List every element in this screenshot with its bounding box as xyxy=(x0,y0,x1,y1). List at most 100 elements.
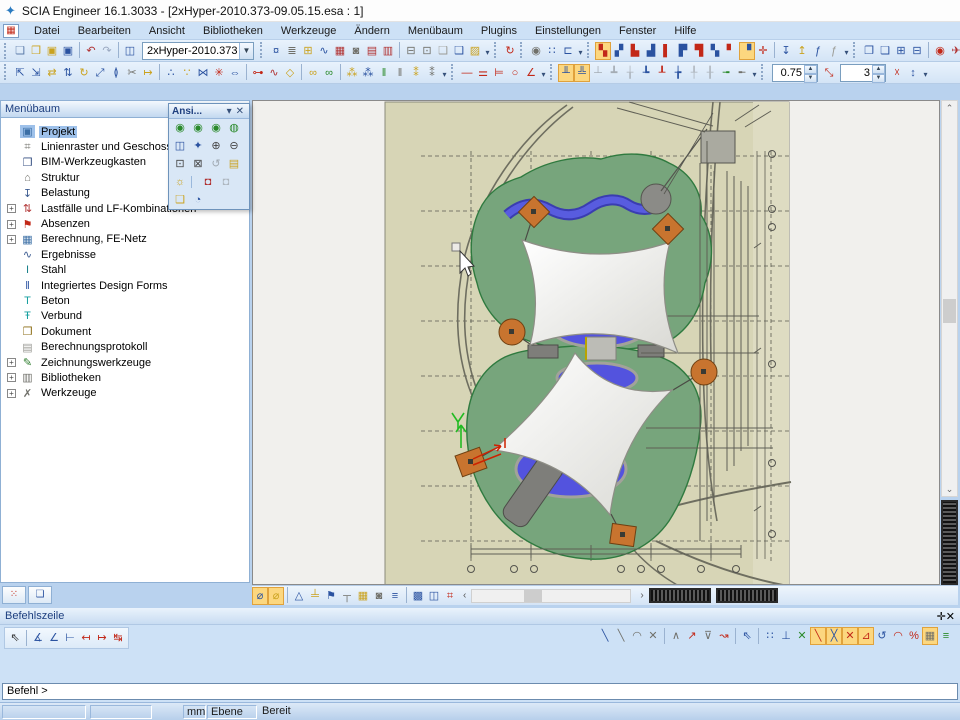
window-tile-icon[interactable]: ⊟ xyxy=(909,42,925,60)
select-poly-icon[interactable]: ▟ xyxy=(643,42,659,60)
select-prop-icon[interactable]: ▛ xyxy=(675,42,691,60)
intersect-icon[interactable]: ✳ xyxy=(211,64,227,82)
toolbar-overflow-icon[interactable]: ▾ xyxy=(921,64,930,82)
support-pt-icon[interactable]: ┸ xyxy=(654,64,670,82)
node-size-icon[interactable]: ↕ xyxy=(905,64,921,82)
column-a-icon[interactable]: ‖ xyxy=(376,64,392,82)
count-spinner[interactable]: 3 ▲▼ xyxy=(840,64,886,82)
expand-icon[interactable]: + xyxy=(7,220,16,229)
zoom-prev-icon[interactable]: ↺ xyxy=(207,156,225,172)
scroll-up-icon[interactable]: ⌃ xyxy=(942,101,957,115)
clip-box-icon[interactable]: ❑ xyxy=(171,192,189,208)
palette-close-icon[interactable]: ✕ xyxy=(234,106,246,117)
sun-red-icon[interactable]: ☓ xyxy=(889,64,905,82)
zoom-window-icon[interactable]: ⊡ xyxy=(171,156,189,172)
trim-icon[interactable]: ✂ xyxy=(124,64,140,82)
toolbar-overflow-icon[interactable]: ▾ xyxy=(750,64,759,82)
gallery-icon[interactable]: ▦ xyxy=(332,42,348,60)
scroll-left-icon[interactable]: ‹ xyxy=(458,590,471,601)
gate-red-icon[interactable]: ⊨ xyxy=(491,64,507,82)
drawing-canvas[interactable] xyxy=(252,100,940,585)
toolbar-overflow-icon[interactable]: ▾ xyxy=(483,42,492,60)
params-display-icon[interactable]: ◫ xyxy=(426,587,442,605)
func-settings-icon[interactable]: ¤ xyxy=(268,42,284,60)
ucs-green-icon[interactable]: ✕ xyxy=(794,627,810,645)
toolbar-grip[interactable] xyxy=(260,42,265,58)
grid-point-icon[interactable]: ∷ xyxy=(762,627,778,645)
sidebar-item-beton[interactable]: TBeton xyxy=(1,293,249,308)
copy-node-icon[interactable]: ⇲ xyxy=(28,64,44,82)
table-results-icon[interactable]: ▥ xyxy=(380,42,396,60)
combo-dropdown-icon[interactable]: ▼ xyxy=(239,43,253,59)
render-display-icon[interactable]: ◙ xyxy=(371,587,387,605)
redo-icon[interactable]: ↷ xyxy=(99,42,115,60)
expand-icon[interactable]: + xyxy=(7,389,16,398)
grid-line-icon[interactable]: ⊥ xyxy=(778,627,794,645)
undo-icon[interactable]: ↶ xyxy=(83,42,99,60)
snap-intersection-icon[interactable]: ✕ xyxy=(842,627,858,645)
toolbar-overflow-icon[interactable]: ▾ xyxy=(842,42,851,60)
select-remove-icon[interactable]: ▘ xyxy=(723,42,739,60)
load-selection-icon[interactable]: ↥ xyxy=(794,42,810,60)
delete-mode-icon[interactable]: ✕ xyxy=(645,627,661,645)
menu-item-ansicht[interactable]: Ansicht xyxy=(140,23,194,39)
cursor-snap-icon[interactable]: ⇖ xyxy=(739,627,755,645)
palette-header[interactable]: Ansi... ▾ ✕ xyxy=(169,104,249,119)
toolbar-grip[interactable] xyxy=(587,42,592,58)
select-center-icon[interactable]: ✛ xyxy=(755,42,771,60)
weight-display-icon[interactable]: ≡ xyxy=(387,587,403,605)
menu-item-bearbeiten[interactable]: Bearbeiten xyxy=(69,23,140,39)
vertical-rotation-bar[interactable] xyxy=(941,500,958,585)
line-mode2-icon[interactable]: ╲ xyxy=(613,627,629,645)
expand-icon[interactable]: + xyxy=(7,235,16,244)
toolbar-grip[interactable] xyxy=(520,42,525,58)
close-icon[interactable]: ✕ xyxy=(946,610,955,623)
beam-hinge-icon[interactable]: ╼ xyxy=(718,64,734,82)
menu-item-hilfe[interactable]: Hilfe xyxy=(665,23,705,39)
save-all-icon[interactable]: ▣ xyxy=(44,42,60,60)
window-tab[interactable]: ❏ xyxy=(28,586,52,604)
save-selection-icon[interactable]: ↧ xyxy=(778,42,794,60)
scroll-down-icon[interactable]: ⌄ xyxy=(942,482,957,496)
dot-coords-icon[interactable]: ▦ xyxy=(922,627,938,645)
open-project-icon[interactable]: ❒ xyxy=(28,42,44,60)
support-line-icon[interactable]: ┺ xyxy=(638,64,654,82)
toolbar-grip[interactable] xyxy=(853,42,858,58)
polar-d-icon[interactable]: ↝ xyxy=(716,627,732,645)
angle-a-icon[interactable]: ∡ xyxy=(30,629,46,647)
layers-icon[interactable]: ≣ xyxy=(284,42,300,60)
model-display-icon[interactable]: ▦ xyxy=(355,587,371,605)
mdi-child-icon[interactable]: ▦ xyxy=(3,24,19,38)
sidebar-item-ergebnisse[interactable]: ∿Ergebnisse xyxy=(1,247,249,262)
export-doc-icon[interactable]: ❑ xyxy=(451,42,467,60)
select-single-icon[interactable]: ▌ xyxy=(659,42,675,60)
snap-tangent-icon[interactable]: ↺ xyxy=(874,627,890,645)
labels-display-icon[interactable]: ⚑ xyxy=(323,587,339,605)
node-table-icon[interactable]: ⇄ xyxy=(44,64,60,82)
rotation-bar-1[interactable] xyxy=(649,588,711,603)
dot-select-icon[interactable]: ∷ xyxy=(544,42,560,60)
sidebar-item-stahl[interactable]: IStahl xyxy=(1,263,249,278)
spin-up-icon[interactable]: ▲ xyxy=(872,65,885,74)
photo-gray-icon[interactable]: ◘ xyxy=(217,174,235,190)
support-slab-icon[interactable]: ╆ xyxy=(670,64,686,82)
new-project-icon[interactable]: ❏ xyxy=(12,42,28,60)
support-e-icon[interactable]: ╀ xyxy=(686,64,702,82)
perp-icon[interactable]: ⊢ xyxy=(62,629,78,647)
filter-fx-icon[interactable]: ƒ xyxy=(810,42,826,60)
rotation-bar-2[interactable] xyxy=(716,588,778,603)
snap-orthogonal-icon[interactable]: ⊿ xyxy=(858,627,874,645)
project-name-combobox[interactable]: 2xHyper-2010.373 ▼ xyxy=(142,42,254,60)
render-settings-icon[interactable]: ◙ xyxy=(348,42,364,60)
loads-display-icon[interactable]: ╧ xyxy=(307,587,323,605)
clip-model-icon[interactable]: ⌀ xyxy=(268,587,284,605)
menu-item-fenster[interactable]: Fenster xyxy=(610,23,665,39)
spin-down-icon[interactable]: ▼ xyxy=(872,74,885,83)
snap-midpoint-icon[interactable]: ╲ xyxy=(810,627,826,645)
expand-icon[interactable]: + xyxy=(7,358,16,367)
scale-geom-icon[interactable]: ⤢ xyxy=(92,64,108,82)
column-b-icon[interactable]: ‖ xyxy=(392,64,408,82)
view-persp-icon[interactable]: ◫ xyxy=(171,138,189,154)
command-input[interactable]: Befehl > xyxy=(2,683,958,700)
window-cascade-icon[interactable]: ⊞ xyxy=(893,42,909,60)
